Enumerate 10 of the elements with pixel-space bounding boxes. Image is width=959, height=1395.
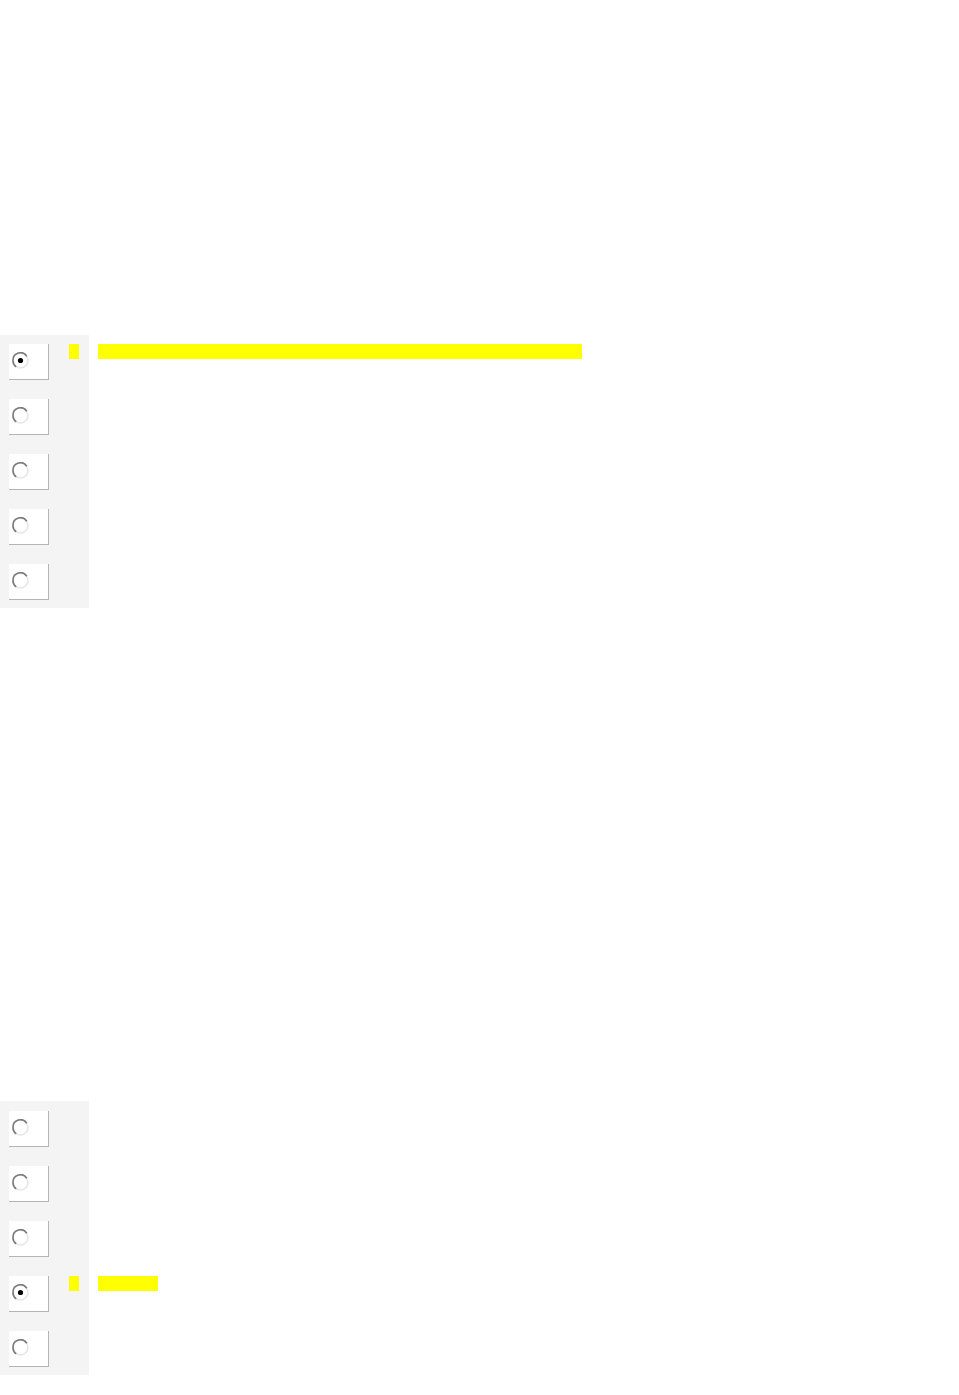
radio-button[interactable] xyxy=(12,352,29,369)
radio-button[interactable] xyxy=(12,517,29,534)
radio-button[interactable] xyxy=(12,572,29,589)
radio-button[interactable] xyxy=(12,1284,29,1301)
radio-button[interactable] xyxy=(12,407,29,424)
radio-button[interactable] xyxy=(12,1339,29,1356)
radio-button[interactable] xyxy=(12,462,29,479)
radio-button[interactable] xyxy=(12,1229,29,1246)
radio-button[interactable] xyxy=(12,1119,29,1136)
radio-button[interactable] xyxy=(12,1174,29,1191)
